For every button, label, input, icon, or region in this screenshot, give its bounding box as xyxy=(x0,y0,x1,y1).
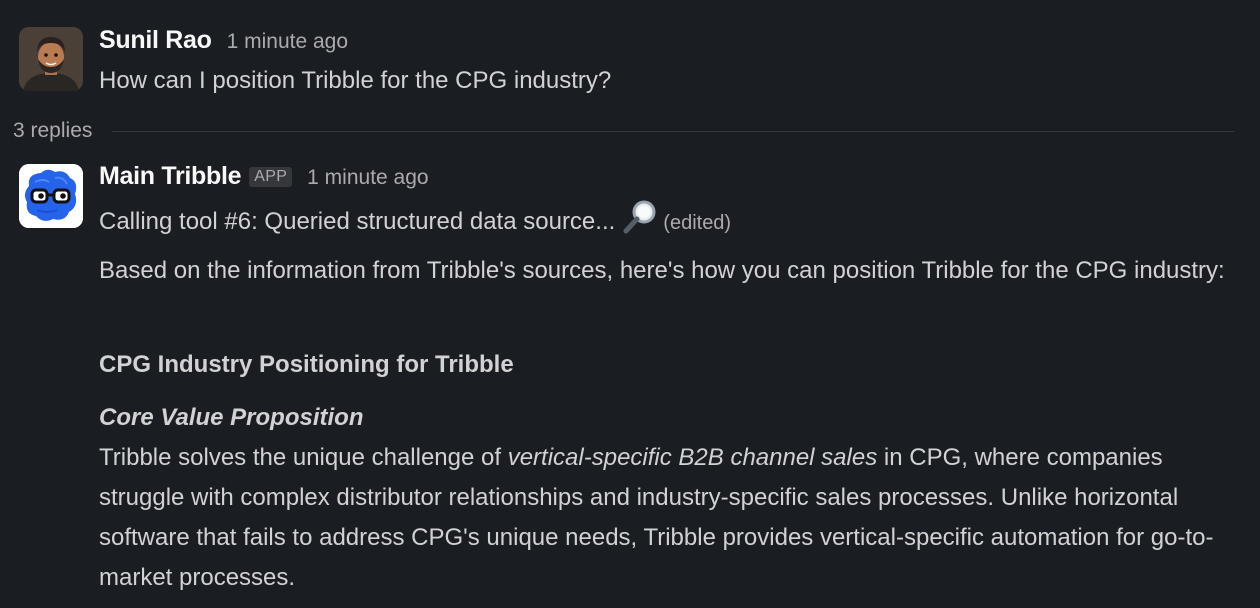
message-main-tribble: Main Tribble APP 1 minute ago Calling to… xyxy=(0,150,1260,608)
magnifying-glass-icon xyxy=(621,197,661,237)
sender-name[interactable]: Main Tribble xyxy=(99,162,242,191)
timestamp[interactable]: 1 minute ago xyxy=(307,166,428,190)
timestamp[interactable]: 1 minute ago xyxy=(227,30,348,54)
message-text: How can I position Tribble for the CPG i… xyxy=(99,67,612,94)
divider xyxy=(112,130,1234,132)
section-subheading: Core Value Proposition xyxy=(99,404,364,431)
sender-line: Main Tribble APP 1 minute ago xyxy=(99,162,429,191)
tribble-logo-icon[interactable] xyxy=(19,164,83,228)
person-avatar-icon[interactable] xyxy=(19,27,83,91)
intro-paragraph: Based on the information from Tribble's … xyxy=(99,257,1225,284)
status-text: Calling tool #6: Queried structured data… xyxy=(99,208,616,235)
body-paragraph: Tribble solves the unique challenge of v… xyxy=(99,438,1250,598)
edited-label: (edited) xyxy=(663,212,732,234)
replies-count[interactable]: 3 replies xyxy=(13,119,92,143)
sender-line: Sunil Rao 1 minute ago xyxy=(99,26,348,55)
thread-replies-row: 3 replies xyxy=(13,116,1234,146)
app-badge: APP xyxy=(249,167,293,187)
status-line: Calling tool #6: Queried structured data… xyxy=(99,197,1250,243)
body-text: Tribble solves the unique challenge of xyxy=(99,444,508,471)
message-sunil: Sunil Rao 1 minute ago How can I positio… xyxy=(0,0,1260,110)
sender-name[interactable]: Sunil Rao xyxy=(99,26,212,55)
section-heading: CPG Industry Positioning for Tribble xyxy=(99,351,514,378)
body-emphasis: vertical-specific B2B channel sales xyxy=(507,444,878,471)
